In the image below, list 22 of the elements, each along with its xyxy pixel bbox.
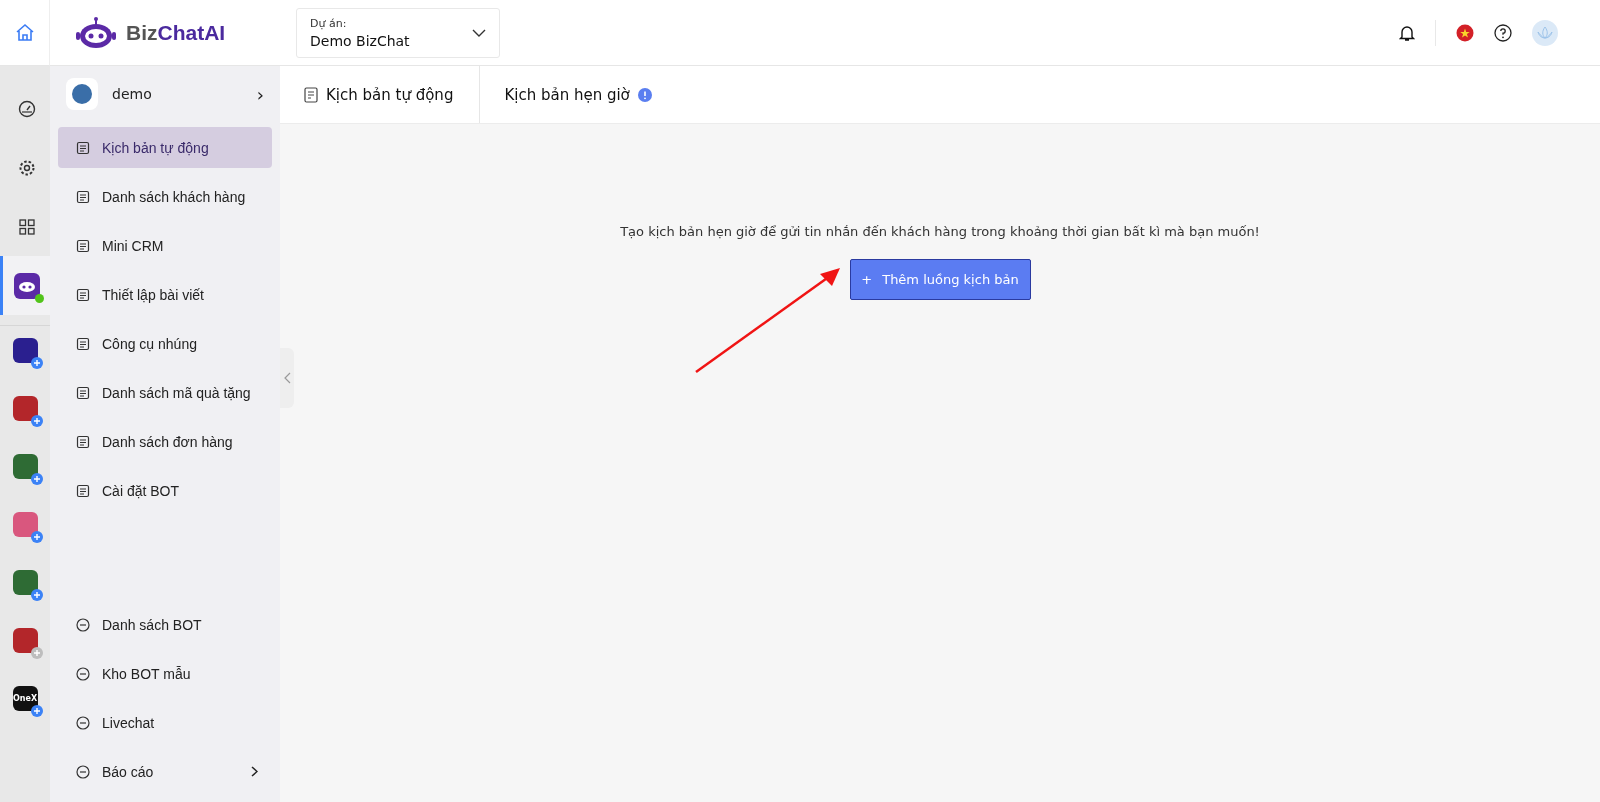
nav-item[interactable]: Danh sách đơn hàng bbox=[58, 421, 272, 462]
nav-item[interactable]: Thiết lập bài viết bbox=[58, 274, 272, 315]
nav-item[interactable]: Danh sách BOT bbox=[58, 604, 272, 645]
nav-item[interactable]: Kho BOT mẫu bbox=[58, 653, 272, 694]
nav-item[interactable]: Kịch bản tự động bbox=[58, 127, 272, 168]
nav-item[interactable]: Công cụ nhúng bbox=[58, 323, 272, 364]
app-icon[interactable]: OneX bbox=[12, 686, 38, 711]
brand-name: BizChatAI bbox=[126, 20, 226, 45]
project-select[interactable]: Dự án: Demo BizChat bbox=[296, 7, 500, 58]
nav-item[interactable]: Báo cáo bbox=[58, 751, 272, 792]
breadcrumb-item[interactable]: Kịch bản tự động bbox=[280, 66, 481, 123]
nav-item[interactable]: Danh sách mã quà tặng bbox=[58, 372, 272, 413]
nav-item[interactable]: Danh sách khách hàng bbox=[58, 176, 272, 217]
nav-item[interactable]: Mini CRM bbox=[58, 225, 272, 266]
empty-state-message: Tạo kịch bản hẹn giờ để gửi tin nhắn đến khách hàng trong khoảng thời gian bất kì mà bạn muốn! bbox=[620, 224, 1260, 239]
add-flow-button[interactable]: + Thêm luồng kịch bản bbox=[849, 259, 1031, 300]
project-value: Demo BizChat bbox=[310, 32, 410, 49]
workspace-selector[interactable]: demo › bbox=[58, 76, 272, 112]
nav-item[interactable]: Cài đặt BOT bbox=[58, 470, 272, 511]
project-label: Dự án: bbox=[310, 16, 348, 30]
nav-item[interactable]: Livechat bbox=[58, 702, 272, 743]
breadcrumb-item[interactable]: Kịch bản hẹn giờ bbox=[480, 66, 678, 123]
